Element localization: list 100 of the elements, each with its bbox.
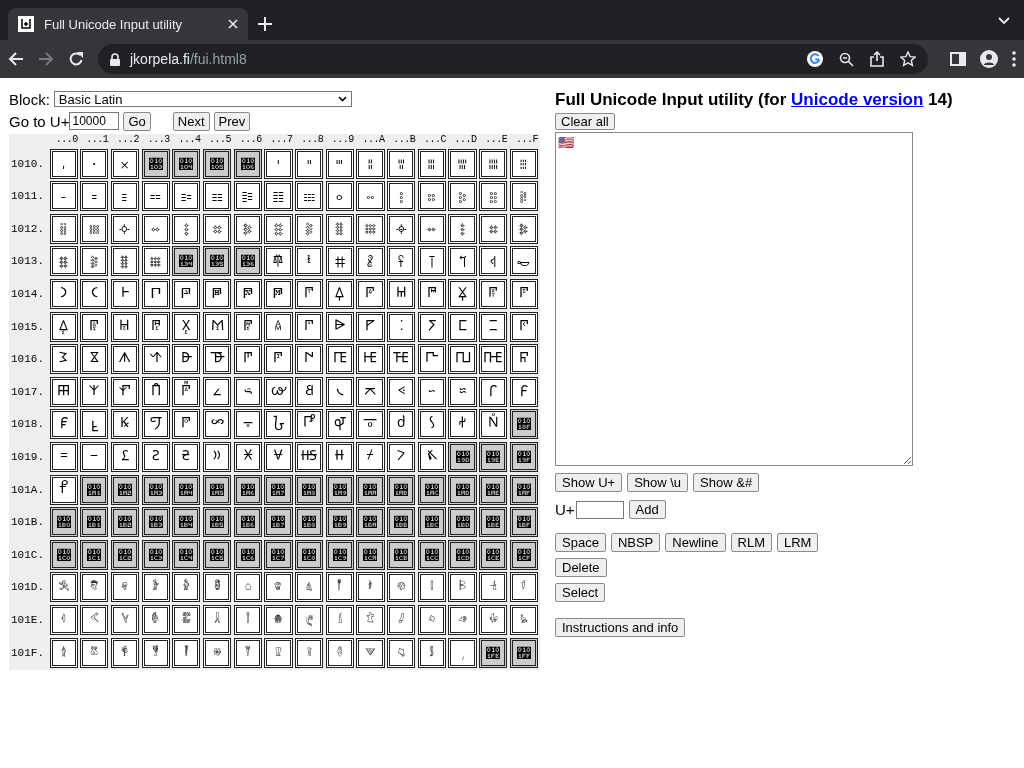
character-cell[interactable]: 𐆙 [325, 441, 354, 472]
character-cell[interactable]: 𐅹 [325, 376, 354, 407]
character-cell[interactable]: 𐅴 [172, 376, 201, 407]
code-point-field[interactable] [575, 500, 624, 519]
character-cell[interactable]: 𐆶 [233, 507, 262, 538]
character-cell[interactable]: 𐅦 [233, 344, 262, 375]
character-cell[interactable]: 𐄩 [325, 213, 354, 244]
character-cell[interactable]: 𐄆 [233, 148, 262, 179]
character-cell[interactable]: 𐇘 [295, 572, 324, 603]
character-cell[interactable]: 𐅺 [356, 376, 385, 407]
character-cell[interactable]: 𐇺 [356, 637, 385, 668]
character-cell[interactable]: 𐆞 [479, 441, 508, 472]
text-area[interactable]: 🇺🇸 [555, 132, 913, 466]
character-cell[interactable]: 𐆫 [387, 474, 416, 505]
character-cell[interactable]: 𐇏 [509, 539, 538, 570]
action-button[interactable]: Delete [555, 558, 607, 577]
character-cell[interactable]: 𐄶 [233, 246, 262, 277]
character-cell[interactable]: 𐇽 [448, 637, 477, 668]
character-cell[interactable]: 𐄰 [49, 246, 78, 277]
character-cell[interactable]: 𐅒 [110, 311, 140, 342]
character-cell[interactable]: 𐆈 [295, 409, 324, 440]
character-cell[interactable]: 𐇼 [417, 637, 446, 668]
character-cell[interactable]: 𐇫 [387, 604, 416, 635]
character-cell[interactable]: 𐇻 [387, 637, 416, 668]
character-cell[interactable]: 𐇊 [356, 539, 385, 570]
character-cell[interactable]: 𐄒 [110, 181, 140, 212]
character-cell[interactable]: 𐆧 [264, 474, 293, 505]
character-cell[interactable]: 𐅬 [417, 344, 446, 375]
character-cell[interactable]: 𐇀 [49, 539, 78, 570]
character-cell[interactable]: 𐄮 [479, 213, 508, 244]
character-cell[interactable]: 𐄧 [264, 213, 293, 244]
character-cell[interactable]: 𐄹 [325, 246, 354, 277]
forward-icon[interactable] [38, 51, 54, 67]
character-cell[interactable]: 𐇳 [141, 637, 170, 668]
character-cell[interactable]: 𐄗 [264, 181, 293, 212]
character-cell[interactable]: 𐅮 [479, 344, 508, 375]
character-cell[interactable]: 𐇖 [233, 572, 262, 603]
character-cell[interactable]: 𐇟 [509, 572, 538, 603]
character-cell[interactable]: 𐄣 [141, 213, 170, 244]
character-cell[interactable]: 𐇥 [202, 604, 232, 635]
character-cell[interactable]: 𐅭 [448, 344, 477, 375]
character-cell[interactable]: 𐆭 [448, 474, 477, 505]
character-cell[interactable]: 𐅇 [264, 278, 293, 309]
character-cell[interactable]: 𐄽 [448, 246, 477, 277]
character-cell[interactable]: 𐇚 [356, 572, 385, 603]
character-cell[interactable]: 𐇯 [509, 604, 538, 635]
character-cell[interactable]: 𐅃 [141, 278, 170, 309]
character-cell[interactable]: 𐅗 [264, 311, 293, 342]
character-cell[interactable]: 𐄷 [264, 246, 293, 277]
character-cell[interactable]: 𐅻 [387, 376, 416, 407]
character-cell[interactable]: 𐆒 [110, 441, 140, 472]
character-cell[interactable]: 𐇍 [448, 539, 477, 570]
nav-button[interactable]: Next [172, 111, 210, 131]
character-cell[interactable]: 𐄀 [49, 148, 78, 179]
character-cell[interactable]: 𐅌 [417, 278, 446, 309]
character-cell[interactable]: 𐅥 [202, 344, 232, 375]
character-cell[interactable]: 𐄞 [479, 181, 508, 212]
character-cell[interactable]: 𐄅 [202, 148, 232, 179]
character-cell[interactable]: 𐇱 [80, 637, 109, 668]
character-cell[interactable]: 𐄊 [356, 148, 385, 179]
action-button[interactable]: Show &# [693, 473, 760, 492]
character-cell[interactable]: 𐆣 [141, 474, 170, 505]
character-cell[interactable]: 𐄸 [295, 246, 324, 277]
character-cell[interactable]: 𐇾 [479, 637, 508, 668]
character-cell[interactable]: 𐆋 [387, 409, 416, 440]
character-cell[interactable]: 𐆳 [141, 507, 170, 538]
character-cell[interactable]: 𐅜 [417, 311, 446, 342]
character-cell[interactable]: 𐅆 [233, 278, 262, 309]
character-cell[interactable]: 𐆢 [110, 474, 140, 505]
character-cell[interactable]: 𐅱 [80, 376, 109, 407]
new-tab-icon[interactable] [258, 17, 272, 31]
character-cell[interactable]: 𐅘 [295, 311, 324, 342]
character-cell[interactable]: 𐄘 [295, 181, 324, 212]
character-cell[interactable]: 𐄢 [110, 213, 140, 244]
character-cell[interactable]: 𐅰 [49, 376, 78, 407]
character-cell[interactable]: 𐇗 [264, 572, 293, 603]
character-cell[interactable]: 𐅾 [479, 376, 508, 407]
action-button[interactable]: NBSP [610, 533, 661, 552]
character-cell[interactable]: 𐆂 [110, 409, 140, 440]
character-cell[interactable]: 𐄺 [356, 246, 385, 277]
character-cell[interactable]: 𐅧 [264, 344, 293, 375]
character-cell[interactable]: 𐆇 [264, 409, 293, 440]
character-cell[interactable]: 𐆟 [509, 441, 538, 472]
character-cell[interactable]: 𐇦 [233, 604, 262, 635]
character-cell[interactable]: 𐅷 [264, 376, 293, 407]
clear-button[interactable]: Clear all [555, 113, 615, 130]
character-cell[interactable]: 𐄍 [448, 148, 477, 179]
character-cell[interactable]: 𐄌 [417, 148, 446, 179]
character-cell[interactable]: 𐄥 [202, 213, 232, 244]
character-cell[interactable]: 𐆍 [448, 409, 477, 440]
character-cell[interactable]: 𐄈 [295, 148, 324, 179]
character-cell[interactable]: 𐅿 [509, 376, 538, 407]
character-cell[interactable]: 𐆑 [80, 441, 109, 472]
character-cell[interactable]: 𐄿 [509, 246, 538, 277]
character-cell[interactable]: 𐅣 [141, 344, 170, 375]
character-cell[interactable]: 𐅅 [202, 278, 232, 309]
action-button[interactable]: Add [628, 500, 666, 519]
character-cell[interactable]: 𐆪 [356, 474, 385, 505]
character-cell[interactable]: 𐇂 [110, 539, 140, 570]
character-cell[interactable]: 𐇷 [264, 637, 293, 668]
